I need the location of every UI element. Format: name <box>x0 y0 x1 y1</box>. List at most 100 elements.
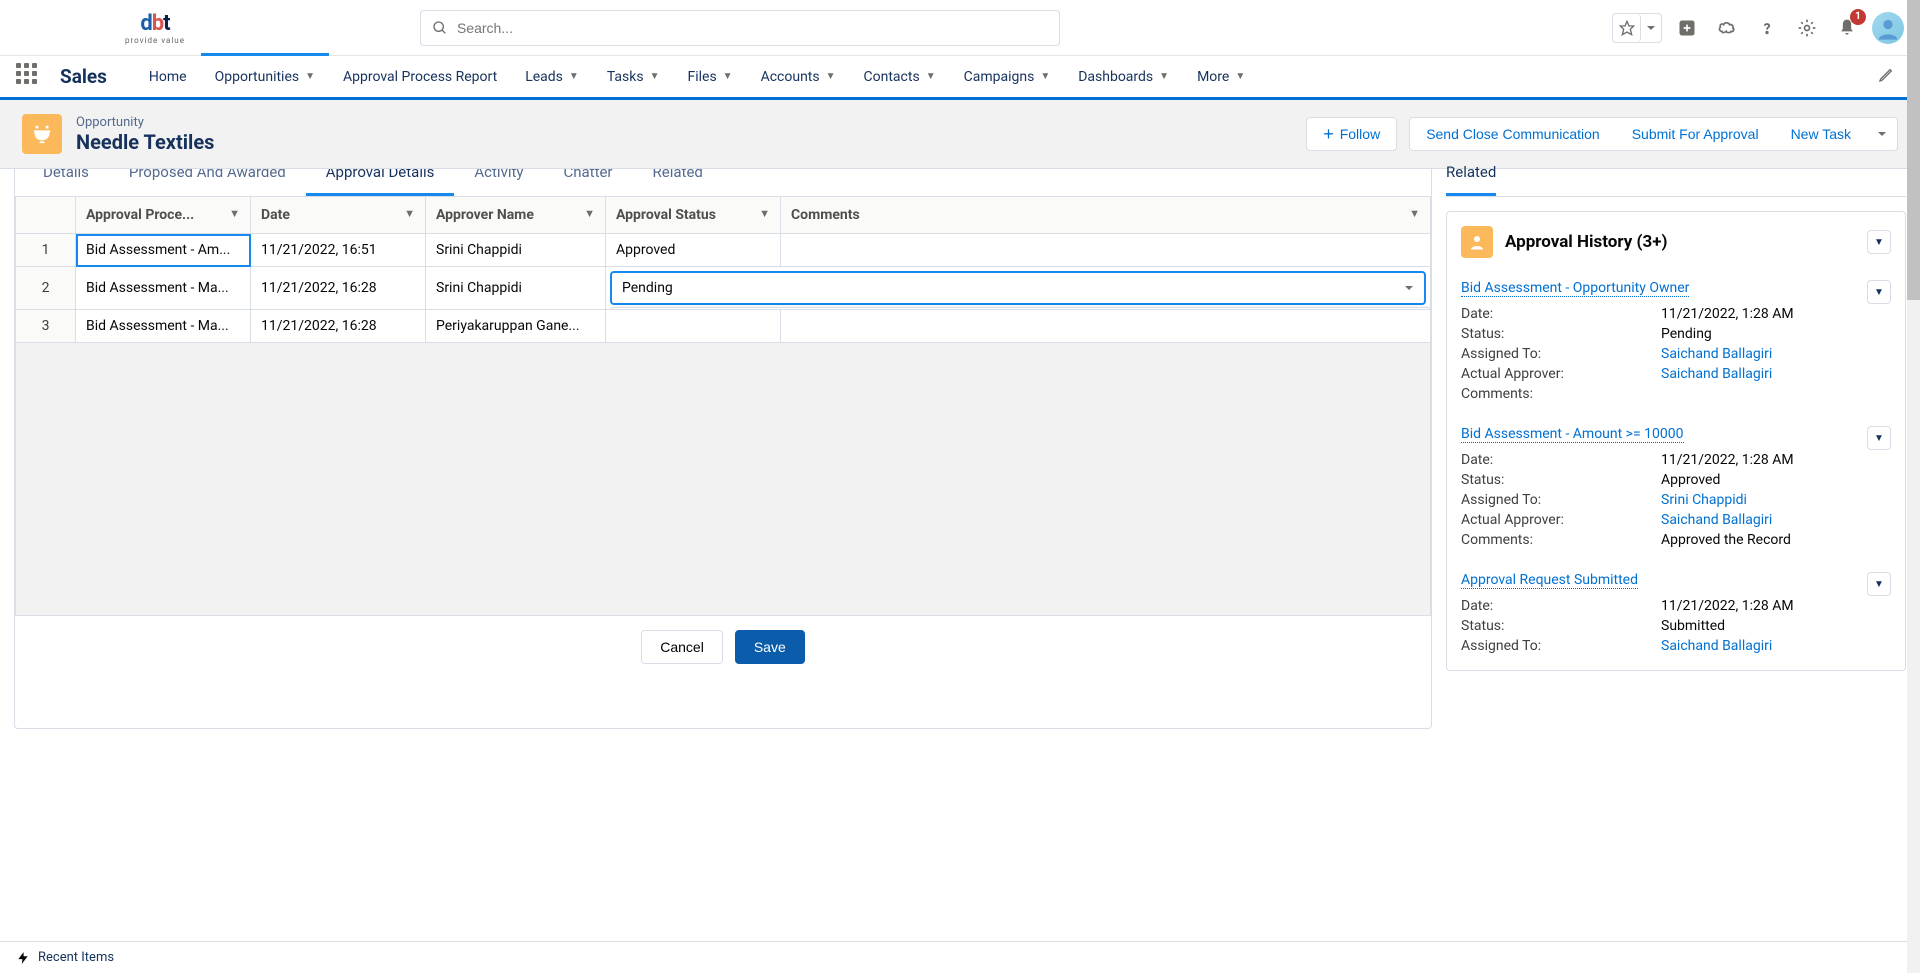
more-actions-button[interactable] <box>1867 117 1898 151</box>
app-nav: Sales Home Opportunities▼ Approval Proce… <box>0 56 1920 100</box>
cell-approver[interactable]: Periyakaruppan Gane... <box>426 310 606 343</box>
nav-accounts[interactable]: Accounts▼ <box>747 55 850 99</box>
approval-history-icon <box>1461 226 1493 258</box>
tab-activity[interactable]: Activity <box>454 169 543 196</box>
nav-approval-report[interactable]: Approval Process Report <box>329 55 511 99</box>
app-name: Sales <box>60 65 107 88</box>
user-link[interactable]: Srini Chappidi <box>1661 492 1747 508</box>
cell-approver[interactable]: Srini Chappidi <box>426 234 606 267</box>
item-menu-button[interactable]: ▼ <box>1867 572 1891 596</box>
utility-bar: Recent Items <box>0 941 1907 973</box>
chevron-down-icon: ▼ <box>404 207 415 220</box>
user-link[interactable]: Saichand Ballagiri <box>1661 366 1772 382</box>
cell-date[interactable]: 11/21/2022, 16:51 <box>251 234 426 267</box>
nav-edit-icon[interactable] <box>1868 67 1904 87</box>
chevron-down-icon: ▼ <box>584 207 595 220</box>
help-icon[interactable] <box>1752 13 1782 43</box>
new-task-button[interactable]: New Task <box>1775 117 1868 151</box>
cell-date[interactable]: 11/21/2022, 16:28 <box>251 310 426 343</box>
cell-comments[interactable] <box>781 234 1431 267</box>
detail-tabs: Details Proposed And Awarded Approval De… <box>15 169 1431 197</box>
cell-comments[interactable] <box>781 310 1431 343</box>
nav-campaigns[interactable]: Campaigns▼ <box>950 55 1065 99</box>
cell-status-editing[interactable]: Pending Approved Rejected Pending <box>606 267 1431 310</box>
chevron-down-icon[interactable]: ▼ <box>650 71 660 82</box>
tab-related[interactable]: Related <box>633 169 723 196</box>
global-search-input[interactable] <box>420 10 1060 46</box>
chevron-down-icon <box>1404 283 1414 293</box>
col-status[interactable]: Approval Status▼ <box>606 197 781 234</box>
cell-date[interactable]: 11/21/2022, 16:28 <box>251 267 426 310</box>
favorite-icon[interactable] <box>1613 14 1641 42</box>
cell-status[interactable]: Approved <box>606 234 781 267</box>
edit-footer: Cancel Save <box>15 615 1431 678</box>
table-row: 3 Bid Assessment - Ma... 11/21/2022, 16:… <box>16 310 1431 343</box>
chevron-down-icon[interactable]: ▼ <box>305 71 315 82</box>
user-avatar[interactable] <box>1872 12 1904 44</box>
status-combobox[interactable]: Pending <box>610 271 1426 305</box>
recent-items-button[interactable]: Recent Items <box>38 950 114 965</box>
approval-history-title: Approval History (3+) <box>1505 232 1855 252</box>
chevron-down-icon[interactable]: ▼ <box>723 71 733 82</box>
item-menu-button[interactable]: ▼ <box>1867 426 1891 450</box>
col-rownum <box>16 197 76 234</box>
chevron-down-icon[interactable]: ▼ <box>569 71 579 82</box>
side-tab-related[interactable]: Related <box>1446 153 1496 196</box>
add-icon[interactable] <box>1672 13 1702 43</box>
history-link[interactable]: Approval Request Submitted <box>1461 572 1638 589</box>
nav-dashboards[interactable]: Dashboards▼ <box>1064 55 1183 99</box>
nav-opportunities[interactable]: Opportunities▼ <box>201 53 329 97</box>
favorites-group <box>1612 13 1662 43</box>
history-link[interactable]: Bid Assessment - Amount >= 10000 <box>1461 426 1684 443</box>
chevron-down-icon[interactable]: ▼ <box>926 71 936 82</box>
chevron-down-icon[interactable]: ▼ <box>1235 71 1245 82</box>
cell-process[interactable]: Bid Assessment - Am... <box>76 234 251 267</box>
tab-details[interactable]: Details <box>23 169 109 196</box>
favorites-dropdown-icon[interactable] <box>1641 14 1661 42</box>
status-dropdown-list: Approved Rejected Pending <box>610 307 1431 310</box>
chevron-down-icon[interactable]: ▼ <box>826 71 836 82</box>
notification-badge: 1 <box>1850 9 1866 25</box>
nav-files[interactable]: Files▼ <box>673 55 746 99</box>
option-approved[interactable]: Approved <box>611 308 1431 310</box>
nav-leads[interactable]: Leads▼ <box>511 55 593 99</box>
card-menu-button[interactable]: ▼ <box>1867 230 1891 254</box>
tab-approval-details[interactable]: Approval Details <box>306 169 455 196</box>
col-approver[interactable]: Approver Name▼ <box>426 197 606 234</box>
chevron-down-icon: ▼ <box>1409 207 1420 220</box>
notifications-icon[interactable]: 1 <box>1832 13 1862 43</box>
cell-approver[interactable]: Srini Chappidi <box>426 267 606 310</box>
submit-approval-button[interactable]: Submit For Approval <box>1616 117 1776 151</box>
item-menu-button[interactable]: ▼ <box>1867 280 1891 304</box>
save-button[interactable]: Save <box>735 630 805 664</box>
cancel-button[interactable]: Cancel <box>641 630 723 664</box>
col-comments[interactable]: Comments▼ <box>781 197 1431 234</box>
user-link[interactable]: Saichand Ballagiri <box>1661 346 1772 362</box>
cell-process[interactable]: Bid Assessment - Ma... <box>76 267 251 310</box>
salesforce-icon[interactable] <box>1712 13 1742 43</box>
nav-tasks[interactable]: Tasks▼ <box>593 55 674 99</box>
user-link[interactable]: Saichand Ballagiri <box>1661 512 1772 528</box>
send-close-button[interactable]: Send Close Communication <box>1409 117 1617 151</box>
tab-chatter[interactable]: Chatter <box>543 169 632 196</box>
user-link[interactable]: Saichand Ballagiri <box>1661 638 1772 654</box>
setup-icon[interactable] <box>1792 13 1822 43</box>
nav-home[interactable]: Home <box>135 55 201 99</box>
global-header: dbt provide value 1 <box>0 0 1920 56</box>
cell-process[interactable]: Bid Assessment - Ma... <box>76 310 251 343</box>
col-date[interactable]: Date▼ <box>251 197 426 234</box>
tab-proposed[interactable]: Proposed And Awarded <box>109 169 306 196</box>
row-number: 1 <box>16 234 76 267</box>
org-logo: dbt provide value <box>125 11 185 45</box>
nav-contacts[interactable]: Contacts▼ <box>850 55 950 99</box>
chevron-down-icon[interactable]: ▼ <box>1159 71 1169 82</box>
col-process[interactable]: Approval Proce...▼ <box>76 197 251 234</box>
cell-status[interactable] <box>606 310 781 343</box>
lightning-icon <box>16 951 30 965</box>
history-link[interactable]: Bid Assessment - Opportunity Owner <box>1461 280 1689 297</box>
nav-more[interactable]: More▼ <box>1183 55 1259 99</box>
app-launcher-icon[interactable] <box>16 63 44 91</box>
chevron-down-icon[interactable]: ▼ <box>1040 71 1050 82</box>
search-icon <box>432 20 448 36</box>
follow-button[interactable]: +Follow <box>1306 117 1397 151</box>
